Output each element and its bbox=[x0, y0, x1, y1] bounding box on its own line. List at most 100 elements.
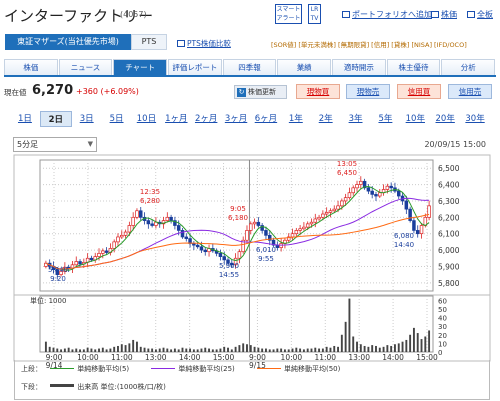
volume-bar bbox=[428, 330, 431, 352]
candle-body bbox=[256, 221, 261, 226]
volume-bar bbox=[386, 345, 389, 352]
candle bbox=[252, 218, 257, 229]
y-tick-label: 6,100 bbox=[438, 230, 460, 239]
candle-body bbox=[101, 250, 105, 254]
ma25-swatch bbox=[151, 367, 176, 369]
candle-body bbox=[176, 225, 181, 231]
candle bbox=[347, 187, 352, 200]
volume-bar bbox=[416, 333, 419, 352]
volume-bar bbox=[348, 298, 351, 352]
volume-bar bbox=[147, 348, 150, 352]
volume-swatch bbox=[50, 384, 75, 387]
annotation-price: 14:40 bbox=[394, 241, 414, 249]
candle-body bbox=[355, 184, 359, 189]
volume-bar bbox=[196, 349, 199, 352]
candle-body bbox=[89, 257, 94, 261]
candle-body bbox=[264, 230, 268, 236]
volume-bar bbox=[405, 339, 408, 352]
candle-body bbox=[104, 250, 109, 253]
candle-body bbox=[249, 223, 253, 231]
candle bbox=[85, 253, 90, 268]
volume-bar bbox=[192, 349, 195, 352]
candle-body bbox=[116, 236, 120, 243]
candle bbox=[351, 185, 355, 196]
volume-bar bbox=[136, 341, 138, 352]
volume-bar bbox=[291, 348, 294, 352]
candle bbox=[74, 256, 78, 267]
volume-bar bbox=[211, 349, 214, 352]
volume-bar bbox=[227, 347, 229, 352]
candle-body bbox=[374, 194, 378, 197]
volume-bar bbox=[185, 348, 188, 352]
volume-bar bbox=[295, 347, 298, 352]
candle-body bbox=[328, 210, 333, 213]
volume-bar bbox=[265, 348, 267, 352]
candle-body bbox=[222, 256, 226, 261]
y-tick-label: 6,000 bbox=[438, 246, 460, 255]
volume-bar bbox=[314, 347, 317, 352]
volume-bar bbox=[329, 347, 332, 352]
annotation-time: 6,080 bbox=[394, 232, 414, 240]
volume-bar bbox=[257, 347, 260, 352]
volume-bar bbox=[52, 347, 55, 352]
volume-bar bbox=[109, 348, 112, 352]
volume-bar bbox=[333, 345, 336, 352]
annotation-price: 6,180 bbox=[228, 214, 248, 222]
candle-body bbox=[427, 205, 431, 218]
volume-bar bbox=[287, 349, 290, 352]
volume-bar bbox=[215, 349, 218, 352]
candle-body bbox=[184, 236, 189, 239]
candle bbox=[135, 208, 139, 220]
volume-bar bbox=[60, 349, 63, 352]
volume-bar bbox=[132, 339, 135, 352]
candle bbox=[374, 191, 378, 201]
candle bbox=[184, 233, 189, 242]
annotation-price: 6,450 bbox=[337, 169, 357, 177]
candle-body bbox=[123, 231, 128, 236]
volume-bar bbox=[276, 348, 279, 352]
candle bbox=[70, 261, 75, 273]
volume-bar bbox=[378, 347, 381, 352]
candle bbox=[139, 206, 143, 221]
volume-unit-label: 単位: 1000 bbox=[30, 296, 66, 305]
volume-bar bbox=[409, 334, 412, 352]
candle bbox=[328, 208, 333, 218]
annotation-time: 12:35 bbox=[140, 188, 160, 196]
volume-bar bbox=[401, 341, 404, 352]
candle-body bbox=[252, 221, 257, 225]
volume-bar bbox=[318, 348, 321, 352]
volume-bar bbox=[189, 348, 192, 352]
annotation-price: 14:55 bbox=[219, 271, 239, 279]
candle bbox=[104, 247, 109, 255]
candle bbox=[260, 223, 264, 234]
candle-body bbox=[324, 212, 329, 215]
candle bbox=[419, 223, 424, 239]
volume-bar bbox=[204, 347, 207, 352]
candle bbox=[317, 214, 321, 221]
volume-bar bbox=[371, 345, 374, 352]
volume-bar bbox=[90, 348, 93, 352]
volume-bar bbox=[359, 344, 362, 352]
candle bbox=[211, 243, 215, 253]
candle-body bbox=[275, 244, 280, 248]
volume-bar bbox=[56, 348, 59, 352]
volume-bar bbox=[166, 348, 169, 352]
volume-tick-label: 10 bbox=[438, 340, 447, 348]
candle-body bbox=[408, 208, 412, 221]
annotation-time: 9:05 bbox=[230, 205, 246, 213]
volume-bar bbox=[321, 348, 324, 352]
candle bbox=[203, 247, 207, 256]
volume-bar bbox=[302, 349, 305, 352]
y-tick-label: 5,900 bbox=[438, 262, 460, 271]
candle bbox=[150, 220, 154, 228]
volume-bar bbox=[420, 339, 423, 352]
volume-tick-label: 20 bbox=[438, 332, 447, 340]
candle bbox=[378, 188, 382, 198]
volume-bar bbox=[98, 348, 100, 352]
legend-ma5: 単純移動平均(5) bbox=[77, 365, 130, 373]
candle-body bbox=[112, 241, 116, 249]
volume-bar bbox=[181, 347, 184, 352]
candle bbox=[154, 217, 158, 229]
volume-bar bbox=[208, 348, 210, 352]
y-tick-label: 6,400 bbox=[438, 181, 460, 190]
